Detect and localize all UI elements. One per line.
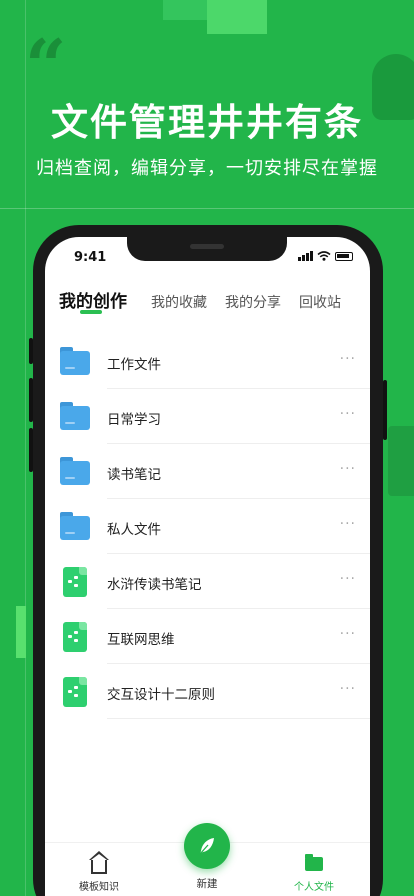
feather-icon [199, 838, 214, 855]
background-block [16, 606, 26, 658]
phone-side-button [29, 428, 33, 472]
more-options-icon[interactable]: ··· [340, 681, 356, 697]
status-time: 9:41 [74, 250, 107, 265]
battery-icon [335, 252, 353, 261]
nav-templates[interactable]: 模板知识 [59, 851, 139, 893]
file-name: 工作文件 [107, 357, 161, 373]
file-name: 读书笔记 [107, 467, 161, 483]
file-row-interaction-design-principles[interactable]: 交互设计十二原则 ··· [45, 664, 370, 719]
folder-icon [60, 347, 90, 375]
background-guide-line [0, 208, 414, 209]
promo-subline: 归档查阅，编辑分享，一切安排尽在掌握 [36, 158, 378, 179]
wifi-icon [317, 251, 331, 261]
new-button-label: 新建 [196, 878, 218, 890]
background-block [388, 426, 414, 496]
mindmap-file-icon [60, 567, 90, 597]
nav-templates-label: 模板知识 [79, 882, 119, 893]
phone-notch [127, 237, 287, 261]
more-options-icon[interactable]: ··· [340, 461, 356, 477]
file-row-water-margin-notes[interactable]: 水浒传读书笔记 ··· [45, 554, 370, 609]
status-icons [298, 251, 353, 261]
folder-icon [60, 512, 90, 540]
tab-my-creations[interactable]: 我的创作 [59, 287, 127, 312]
nav-personal-files-label: 个人文件 [294, 882, 334, 893]
more-options-icon[interactable]: ··· [340, 626, 356, 642]
file-name: 私人文件 [107, 522, 161, 538]
phone-speaker [190, 244, 224, 249]
more-options-icon[interactable]: ··· [340, 351, 356, 367]
file-list: 工作文件 ··· 日常学习 ··· 读书笔记 ··· 私人文件 ··· 水浒传读… [45, 334, 370, 719]
mindmap-file-icon [60, 622, 90, 652]
file-row-daily-study[interactable]: 日常学习 ··· [45, 389, 370, 444]
tab-my-favorites[interactable]: 我的收藏 [151, 292, 207, 312]
more-options-icon[interactable]: ··· [340, 571, 356, 587]
file-name: 日常学习 [107, 412, 161, 428]
file-row-private-files[interactable]: 私人文件 ··· [45, 499, 370, 554]
cellular-signal-icon [298, 251, 313, 261]
promo-headline: 文件管理井井有条 [51, 101, 363, 144]
phone-side-button [383, 380, 387, 440]
file-name: 水浒传读书笔记 [107, 577, 202, 593]
phone-side-button [29, 338, 33, 364]
phone-side-button [29, 378, 33, 422]
folder-icon [305, 854, 323, 871]
background-block [207, 0, 267, 34]
tab-my-shares[interactable]: 我的分享 [225, 292, 281, 312]
home-icon [89, 851, 109, 874]
more-options-icon[interactable]: ··· [340, 516, 356, 532]
file-row-work-files[interactable]: 工作文件 ··· [45, 334, 370, 389]
active-tab-indicator [80, 310, 102, 314]
file-row-reading-notes[interactable]: 读书笔记 ··· [45, 444, 370, 499]
mindmap-file-icon [60, 677, 90, 707]
file-name: 互联网思维 [107, 632, 175, 648]
tab-recycle-bin[interactable]: 回收站 [299, 292, 341, 312]
tab-bar: 我的创作 我的收藏 我的分享 回收站 [59, 287, 359, 312]
folder-icon [60, 402, 90, 430]
nav-personal-files[interactable]: 个人文件 [274, 853, 354, 893]
file-row-internet-thinking[interactable]: 互联网思维 ··· [45, 609, 370, 664]
file-name: 交互设计十二原则 [107, 687, 215, 703]
new-button[interactable] [184, 823, 230, 869]
more-options-icon[interactable]: ··· [340, 406, 356, 422]
folder-icon [60, 457, 90, 485]
